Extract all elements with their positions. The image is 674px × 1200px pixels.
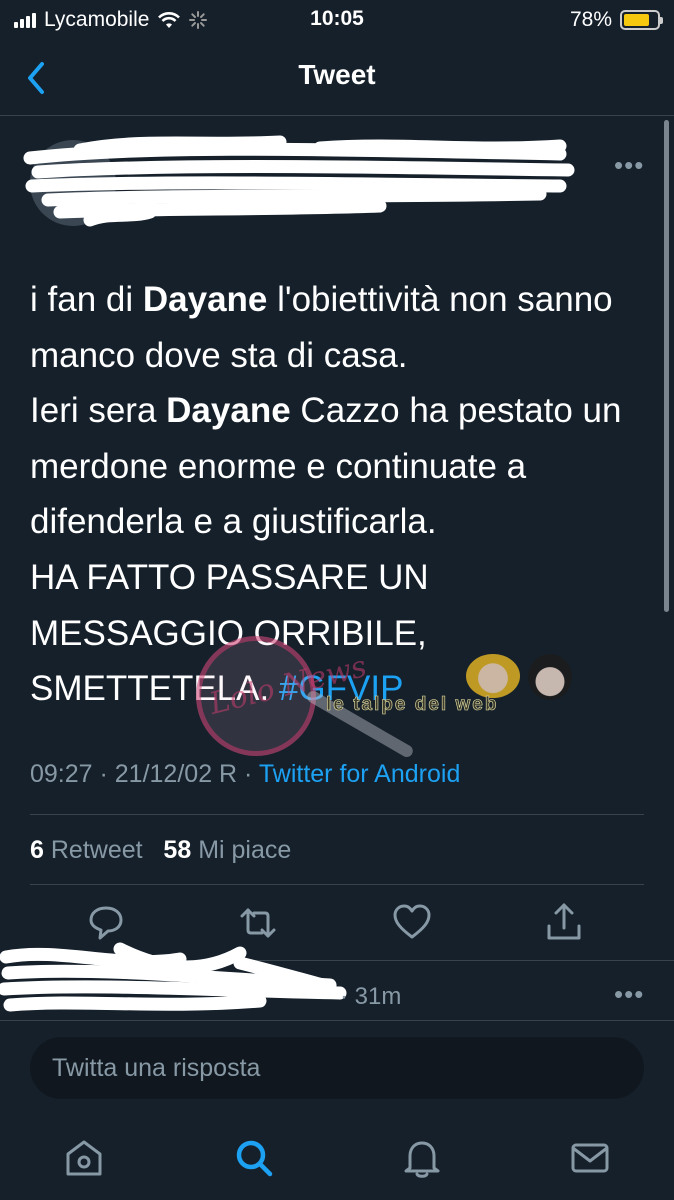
watermark-character-2: [528, 654, 572, 700]
battery-icon: [620, 10, 663, 30]
watermark-text-right: le talpe del web: [326, 694, 499, 716]
share-icon[interactable]: [544, 900, 584, 946]
status-bar: Lycamobile 10:05 78%: [0, 0, 674, 40]
tweet-stats: 6 Retweet 58 Mi piace: [30, 836, 291, 865]
more-horizontal-icon[interactable]: •••: [614, 150, 644, 181]
like-label: Mi piace: [198, 836, 292, 864]
watermark-character-1: [466, 654, 520, 698]
tweet-meta: 09:27 · 21/12/02 R · Twitter for Android: [30, 760, 460, 789]
reply-input[interactable]: Twitta una risposta: [30, 1037, 644, 1099]
retweets-stat[interactable]: 6 Retweet: [30, 836, 143, 864]
mention-bold: Dayane: [142, 280, 268, 319]
battery-percent: 78%: [569, 8, 612, 31]
tweet-text-segment: Ieri sera: [30, 391, 167, 431]
reply-preview[interactable]: · 31m •••: [0, 942, 674, 1020]
tab-bar: [0, 1110, 674, 1200]
divider: [30, 884, 644, 885]
mention-bold: Dayane: [166, 391, 291, 431]
reply-time: · 31m: [340, 983, 402, 1010]
heart-icon[interactable]: [392, 900, 432, 946]
redaction-scribble: [23, 135, 575, 227]
retweet-label: Retweet: [50, 836, 143, 864]
divider: [30, 814, 644, 815]
battery-fill: [624, 14, 649, 26]
scrollbar[interactable]: [664, 120, 669, 612]
redaction-scribble: [0, 942, 347, 1012]
reply-composer-area: Twitta una risposta: [0, 1020, 674, 1110]
home-icon[interactable]: [62, 1136, 106, 1180]
page-title: Tweet: [298, 59, 376, 90]
retweet-count: 6: [30, 836, 44, 864]
tweet-text: i fan di Dayane l'obiettività non sanno …: [30, 272, 640, 717]
mail-icon[interactable]: [568, 1136, 612, 1180]
reply-placeholder: Twitta una risposta: [52, 1054, 261, 1082]
search-icon[interactable]: [232, 1136, 276, 1180]
status-right: 78%: [569, 8, 663, 32]
bell-icon[interactable]: [400, 1136, 444, 1180]
more-horizontal-icon[interactable]: •••: [614, 979, 644, 1010]
nav-header: Tweet: [0, 40, 674, 116]
tweet-text-segment: i fan di: [30, 280, 143, 319]
likes-stat[interactable]: 58 Mi piace: [163, 836, 291, 864]
tweet-source-link[interactable]: Twitter for Android: [259, 760, 460, 788]
tweet-timestamp: 09:27 · 21/12/02 R ·: [30, 760, 253, 788]
like-count: 58: [163, 836, 192, 864]
